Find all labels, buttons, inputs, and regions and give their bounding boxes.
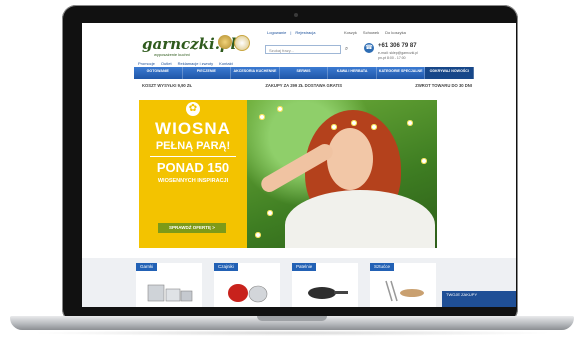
hero-photo-woman-in-flowers[interactable] [247,100,437,248]
logo-tagline: wyposażenie kuchni [154,52,190,57]
secondary-nav: Promocje Outlet Reklamacje i zwroty Kont… [138,61,233,66]
sublink-promocje[interactable]: Promocje [138,61,155,66]
sublink-reklamacje[interactable]: Reklamacje i zwroty [178,61,214,66]
sublink-kontakt[interactable]: Kontakt [219,61,233,66]
checkout-link[interactable]: Do koszyka [385,30,406,35]
contact-email[interactable]: e-mail: sklep@garnczki.pl [378,51,418,55]
promo-free-shipping: ZAKUPY ZA 299 ZŁ DOSTAWA GRATIS [265,83,343,88]
nav-item-kategorie[interactable]: KATEGORIE SPECJALNE [377,67,426,79]
award-badge-icon [234,35,250,51]
promo-shipping-cost: KOSZT WYSYŁKI 9,90 ZŁ [142,83,193,88]
account-links: Logowanie | Rejestracja [267,30,316,35]
sublink-outlet[interactable]: Outlet [161,61,172,66]
category-label: Garnki [136,263,158,271]
top-links: Koszyk Schowek Do koszyka [344,30,406,35]
daisy-icon [351,120,357,126]
laptop-notch [257,316,327,321]
opening-hours: pn-pt 8:00 - 17:00 [378,56,406,60]
pans-icon [308,287,348,299]
photo-face [327,128,373,190]
basket-button[interactable]: TWOJE ZAKUPY [442,291,516,307]
pots-icon [147,284,193,302]
category-label: Czajniki [214,263,238,271]
nav-item-kawa[interactable]: KAWA I HERBATA [328,67,377,79]
laptop-screen: garnczki.pl wyposażenie kuchni Logowanie… [82,23,516,307]
register-link[interactable]: Rejestracja [295,30,315,35]
daisy-icon [267,210,273,216]
hero-count: PONAD 150 [156,160,230,175]
search-icon[interactable]: ⌕ [342,45,351,54]
award-medal-icon [218,35,232,49]
phone-icon: ☎ [364,43,374,53]
webcam-icon [294,13,298,17]
daisy-icon [371,124,377,130]
category-card-garnki[interactable]: Garnki [136,263,202,307]
hero-subheading: PEŁNĄ PARĄ! [155,140,231,152]
hero-divider [150,156,236,157]
daisy-icon [331,124,337,130]
category-label: Sztućce [370,263,395,271]
promo-strip: KOSZT WYSYŁKI 9,90 ZŁ ZAKUPY ZA 299 ZŁ D… [142,83,472,88]
cutlery-icon [385,280,424,302]
login-link[interactable]: Logowanie [267,30,286,35]
nav-item-nowosci[interactable]: ODKRYWAJ NOWOŚCI [425,67,475,79]
main-nav: GOTOWANIE PIECZENIE AKCESORIA KUCHENNE S… [134,67,475,79]
daisy-icon [277,106,283,112]
category-card-patelnie[interactable]: Patelnie [292,263,358,307]
nav-item-serwis[interactable]: SERWIS [280,67,329,79]
flower-icon: ✿ [186,102,200,116]
daisy-icon [259,114,265,120]
wishlist-link[interactable]: Schowek [363,30,379,35]
category-card-czajniki[interactable]: Czajniki [214,263,280,307]
phone-number[interactable]: +61 306 79 87 [378,43,417,49]
category-label: Patelnie [292,263,317,271]
daisy-icon [255,232,261,238]
laptop-shadow [30,330,555,336]
kettles-icon [228,284,268,303]
cart-link[interactable]: Koszyk [344,30,357,35]
daisy-icon [407,120,413,126]
category-card-sztucce[interactable]: Sztućce [370,263,436,307]
photo-shirt [285,190,435,248]
daisy-icon [421,158,427,164]
search-input[interactable]: Szukaj frazy... [265,45,341,54]
hero-cta-button[interactable]: SPRAWDŹ OFERTĘ > [158,223,226,233]
hero-heading: WIOSNA [155,119,231,138]
nav-item-pieczenie[interactable]: PIECZENIE [183,67,232,79]
nav-item-akcesoria[interactable]: AKCESORIA KUCHENNE [231,67,280,79]
nav-item-gotowanie[interactable]: GOTOWANIE [134,67,183,79]
hero-caption: WIOSENNYCH INSPIRACJI [157,178,229,184]
promo-returns: ZWROT TOWARU DO 30 DNI [415,83,472,88]
